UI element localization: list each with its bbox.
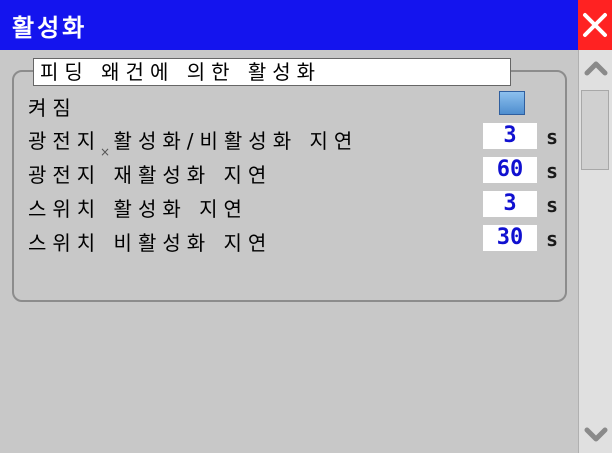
close-button[interactable] bbox=[578, 0, 612, 50]
switch-deactivate-input[interactable]: 30 bbox=[483, 225, 537, 251]
scroll-up-button[interactable] bbox=[579, 50, 612, 86]
chevron-down-icon bbox=[584, 427, 608, 442]
unit-label: s bbox=[546, 227, 559, 251]
row-label-switch-activate: 스위치 활성화 지연 bbox=[28, 197, 248, 221]
close-icon bbox=[583, 13, 607, 37]
row-label-photocell-delay: 광전지 활성화/비활성화 지연 bbox=[28, 129, 359, 153]
photocell-delay-input[interactable]: 3 bbox=[483, 123, 537, 149]
photocell-reactivate-input[interactable]: 60 bbox=[483, 157, 537, 183]
cursor-mark: × bbox=[100, 145, 111, 159]
unit-label: s bbox=[546, 125, 559, 149]
scroll-down-button[interactable] bbox=[579, 417, 612, 453]
row-label-switch-deactivate: 스위치 비활성화 지연 bbox=[28, 231, 273, 255]
enabled-checkbox[interactable] bbox=[499, 91, 525, 115]
vertical-scrollbar[interactable] bbox=[578, 50, 612, 453]
unit-label: s bbox=[546, 193, 559, 217]
unit-label: s bbox=[546, 159, 559, 183]
scroll-thumb[interactable] bbox=[581, 90, 609, 170]
window-title: 활성화 bbox=[12, 14, 88, 42]
switch-activate-input[interactable]: 3 bbox=[483, 191, 537, 217]
row-label-photocell-reactivate: 광전지 재활성화 지연 bbox=[28, 163, 273, 187]
title-bar: 활성화 bbox=[0, 0, 612, 50]
enabled-label: 켜짐 bbox=[28, 96, 77, 120]
group-title: 피딩 왜건에 의한 활성화 bbox=[33, 58, 511, 86]
chevron-up-icon bbox=[584, 61, 608, 76]
